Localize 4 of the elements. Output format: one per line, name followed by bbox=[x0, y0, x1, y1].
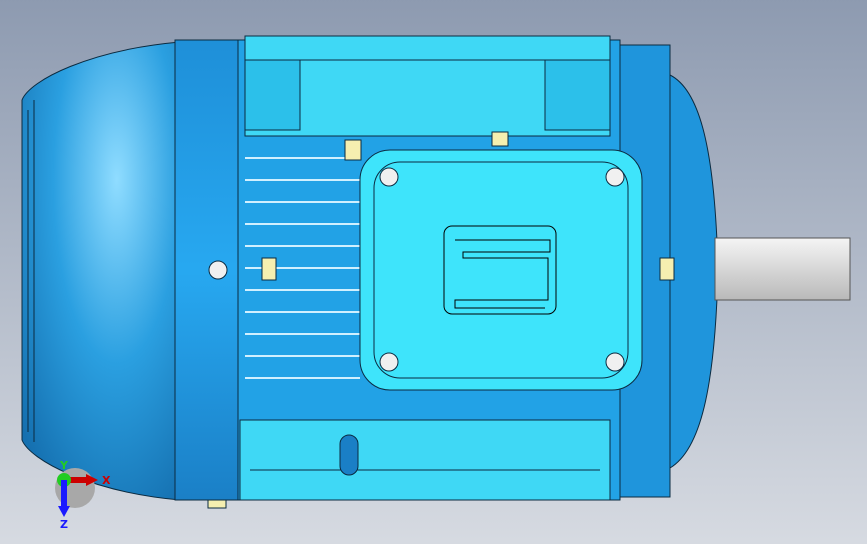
axis-label: Z bbox=[60, 518, 68, 531]
axis-triad-icon bbox=[55, 468, 98, 517]
axis-label: X bbox=[102, 474, 110, 487]
axis-label: Y bbox=[60, 459, 68, 472]
